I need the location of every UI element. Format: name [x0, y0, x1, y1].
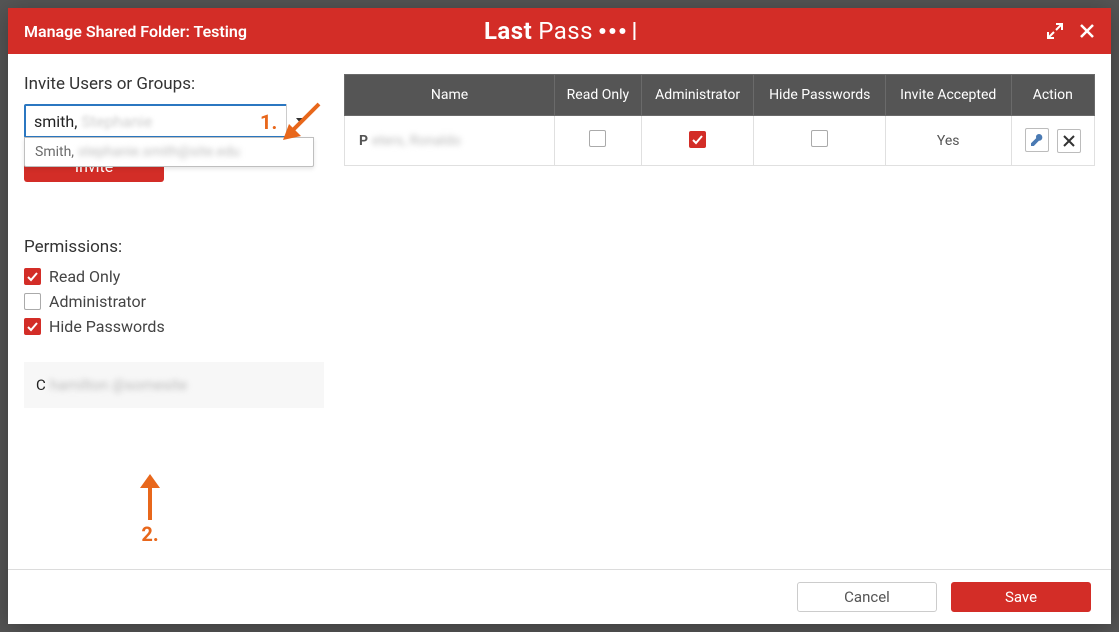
administrator-checkbox[interactable] — [24, 293, 41, 310]
modal-title: Manage Shared Folder: Testing — [24, 22, 247, 41]
remove-row-button[interactable] — [1057, 129, 1081, 153]
modal-header: Manage Shared Folder: Testing LastPass — [8, 8, 1111, 54]
annotation-arrow-icon — [279, 100, 323, 144]
pending-invite-list: C hamilton @somesite — [24, 362, 324, 408]
row-read-only-checkbox[interactable] — [589, 130, 606, 147]
logo-dots-icon — [599, 28, 625, 34]
annotation-arrow-icon — [138, 474, 162, 522]
col-administrator: Administrator — [641, 75, 754, 116]
x-icon — [1063, 135, 1075, 147]
read-only-checkbox[interactable] — [24, 268, 41, 285]
col-action: Action — [1011, 75, 1094, 116]
table-header-row: Name Read Only Administrator Hide Passwo… — [345, 75, 1095, 116]
row-hide-passwords-checkbox[interactable] — [811, 130, 828, 147]
close-icon[interactable] — [1079, 23, 1095, 39]
row-invite-accepted: Yes — [885, 116, 1011, 166]
table-row: P eters, Ronaldo — [345, 116, 1095, 166]
annotation-2: 2. — [138, 474, 162, 546]
save-button[interactable]: Save — [951, 582, 1091, 612]
lastpass-logo: LastPass — [484, 17, 635, 45]
expand-icon[interactable] — [1047, 23, 1063, 39]
edit-row-button[interactable] — [1025, 128, 1049, 152]
modal-footer: Cancel Save — [8, 569, 1111, 624]
hide-passwords-checkbox[interactable] — [24, 318, 41, 335]
cancel-button[interactable]: Cancel — [797, 582, 937, 612]
pending-invite-item[interactable]: C hamilton @somesite — [36, 376, 312, 394]
members-table: Name Read Only Administrator Hide Passwo… — [344, 74, 1095, 166]
col-hide-passwords: Hide Passwords — [754, 75, 885, 116]
logo-cursor-icon — [633, 22, 635, 40]
col-name: Name — [345, 75, 555, 116]
member-name: P eters, Ronaldo — [359, 133, 548, 149]
annotation-1: 1. — [260, 100, 323, 144]
hide-passwords-label: Hide Passwords — [49, 317, 165, 336]
row-administrator-checkbox[interactable] — [689, 131, 706, 148]
permissions-label: Permissions: — [24, 237, 324, 257]
wrench-icon — [1030, 133, 1044, 147]
col-read-only: Read Only — [555, 75, 642, 116]
col-invite-accepted: Invite Accepted — [885, 75, 1011, 116]
administrator-label: Administrator — [49, 292, 146, 311]
invite-label: Invite Users or Groups: — [24, 74, 324, 94]
read-only-label: Read Only — [49, 267, 120, 286]
